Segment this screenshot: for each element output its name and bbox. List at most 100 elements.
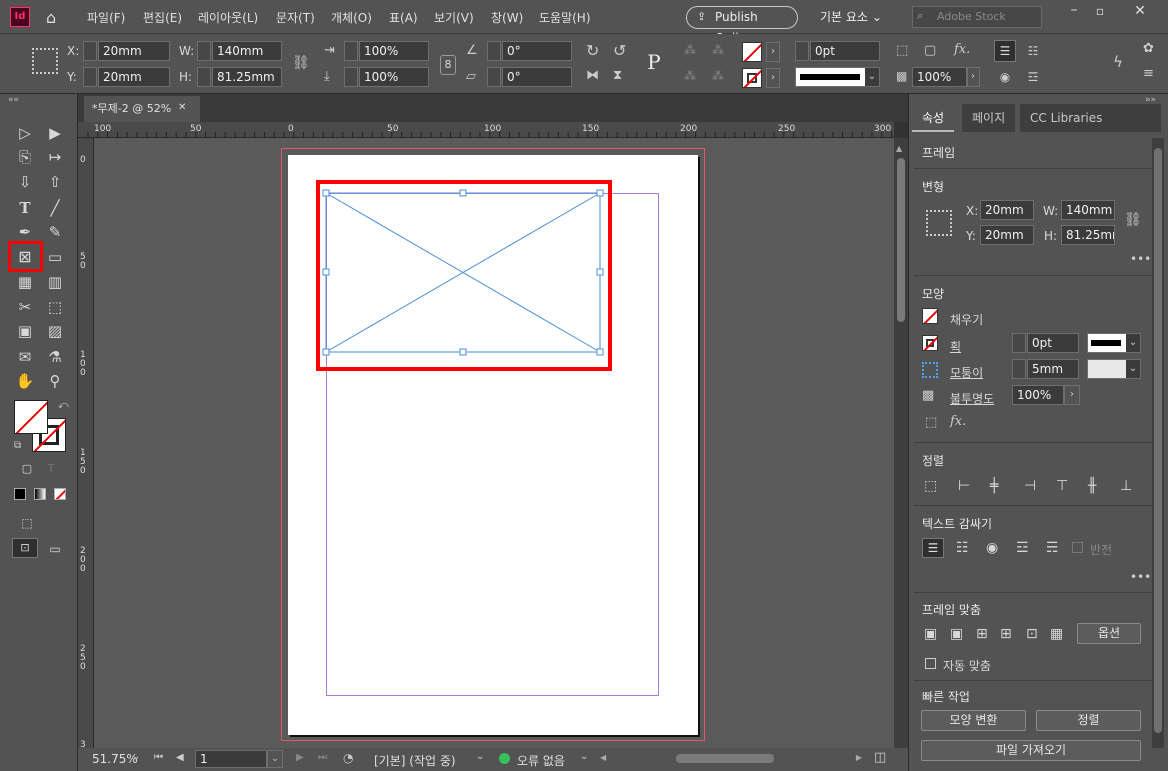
selection-tool[interactable]: ▷ bbox=[14, 122, 36, 144]
panel-opacity-field[interactable]: 100% bbox=[1012, 385, 1064, 405]
vertical-scrollbar[interactable]: ▲ bbox=[894, 138, 908, 748]
select-container-icon[interactable]: ⁂ bbox=[684, 43, 696, 57]
panel-reference-point-icon[interactable] bbox=[926, 210, 952, 236]
panel-x-field[interactable]: 20mm bbox=[980, 200, 1034, 220]
hscroll-left-icon[interactable]: ◀ bbox=[600, 753, 606, 762]
rectangle-tool[interactable]: ▭ bbox=[44, 246, 66, 268]
error-status[interactable]: 오류 없음 bbox=[517, 752, 565, 769]
hscroll-thumb[interactable] bbox=[676, 754, 774, 763]
scale-y-field[interactable]: 100% bbox=[359, 67, 429, 87]
horizontal-scrollbar[interactable]: ◀ ▶ bbox=[596, 750, 866, 768]
collapse-tools-icon[interactable]: «« bbox=[8, 95, 19, 105]
line-tool[interactable]: ╱ bbox=[44, 197, 66, 219]
menu-layout[interactable]: 레이아웃(L) bbox=[198, 9, 258, 26]
menu-type[interactable]: 문자(T) bbox=[276, 9, 315, 26]
y-field[interactable]: 20mm bbox=[98, 67, 170, 87]
panel-menu-icon[interactable]: ≡ bbox=[1143, 66, 1154, 81]
x-field[interactable]: 20mm bbox=[98, 41, 170, 61]
zoom-tool[interactable]: ⚲ bbox=[44, 370, 66, 392]
tab-pages[interactable]: 페이지 bbox=[962, 104, 1016, 132]
flip-horizontal-icon[interactable]: ⧓ bbox=[586, 68, 599, 83]
content-placer-tool[interactable]: ⇧ bbox=[44, 171, 66, 193]
zoom-level[interactable]: 51.75% bbox=[92, 752, 138, 766]
tab-properties[interactable]: 속성 bbox=[912, 104, 955, 132]
link-scale-icon[interactable]: 8 bbox=[440, 55, 456, 75]
wrap-jump-panel-icon[interactable]: ☲ bbox=[1016, 540, 1029, 556]
shear-field[interactable]: 0° bbox=[502, 67, 572, 87]
menu-window[interactable]: 창(W) bbox=[491, 9, 523, 26]
wrap-shape-icon[interactable]: ◉ bbox=[994, 66, 1016, 88]
stroke-weight-field[interactable]: 0pt bbox=[810, 41, 880, 61]
panel-constrain-icon[interactable]: ⛓ bbox=[1124, 212, 1142, 228]
gap-tool[interactable]: ↦ bbox=[44, 146, 66, 168]
home-icon[interactable]: ⌂ bbox=[46, 8, 56, 27]
wrap-jump-icon[interactable]: ☲ bbox=[1022, 66, 1044, 88]
flip-vertical-icon[interactable]: ⧗ bbox=[613, 68, 622, 83]
panel-stroke-style-select[interactable]: ⌄ bbox=[1087, 333, 1141, 353]
menu-file[interactable]: 파일(F) bbox=[87, 9, 125, 26]
free-transform-tool[interactable]: ⬚ bbox=[44, 296, 66, 318]
first-page-icon[interactable]: ⏮ bbox=[154, 752, 163, 763]
preflight-profile[interactable]: [기본] (작업 중) bbox=[374, 752, 456, 769]
zoom-chevron-icon[interactable]: ⌄ bbox=[132, 751, 140, 762]
table-tool[interactable]: ▦ bbox=[14, 271, 36, 293]
align-right-icon[interactable]: ⊣ bbox=[1024, 478, 1036, 494]
fill-menu-icon[interactable]: › bbox=[766, 42, 780, 62]
pasteboard[interactable] bbox=[94, 138, 894, 748]
rotate-spinner[interactable] bbox=[487, 41, 501, 61]
open-page-icon[interactable]: ◔ bbox=[343, 751, 353, 765]
panel-stroke-swatch-icon[interactable] bbox=[922, 335, 938, 351]
y-spinner[interactable] bbox=[83, 67, 97, 87]
w-spinner[interactable] bbox=[197, 41, 211, 61]
select-prev-icon[interactable]: ⁂ bbox=[684, 69, 696, 83]
scroll-thumb[interactable] bbox=[897, 158, 905, 322]
import-file-button[interactable]: 파일 가져오기 bbox=[921, 740, 1141, 761]
panel-stroke-spinner[interactable] bbox=[1012, 333, 1026, 353]
view-mode-icon[interactable]: ⬚ bbox=[16, 512, 38, 534]
note-tool[interactable]: ✉ bbox=[14, 346, 36, 368]
transform-more-icon[interactable]: ••• bbox=[1130, 252, 1151, 266]
close-tab-icon[interactable]: ✕ bbox=[178, 102, 186, 113]
stroke-style-select[interactable]: ⌄ bbox=[795, 67, 880, 87]
preflight-menu-icon[interactable]: ⌄ bbox=[580, 751, 588, 762]
panel-w-field[interactable]: 140mm bbox=[1061, 200, 1115, 220]
panel-opacity-menu-icon[interactable]: › bbox=[1064, 385, 1080, 405]
align-top-icon[interactable]: ⊤ bbox=[1056, 478, 1068, 494]
workspace-switcher[interactable]: 기본 요소 ⌄ bbox=[820, 8, 882, 25]
invert-checkbox[interactable] bbox=[1072, 542, 1083, 553]
effects-icon[interactable]: fx. bbox=[954, 42, 970, 57]
panel-corner-spinner[interactable] bbox=[1012, 359, 1026, 379]
content-collector-tool[interactable]: ⇩ bbox=[14, 171, 36, 193]
adobe-stock-search[interactable]: Adobe Stock bbox=[912, 6, 1042, 28]
direct-selection-tool[interactable]: ▶ bbox=[44, 122, 66, 144]
fit-content-icon[interactable]: ▣ bbox=[950, 626, 963, 642]
panel-corner-field[interactable]: 5mm bbox=[1027, 359, 1079, 379]
opacity-label[interactable]: 불투명도 bbox=[950, 390, 994, 407]
x-spinner[interactable] bbox=[83, 41, 97, 61]
scale-y-spinner[interactable] bbox=[344, 67, 358, 87]
h-spinner[interactable] bbox=[197, 67, 211, 87]
page-dropdown[interactable]: ⌄ bbox=[267, 750, 283, 768]
align-vcenter-icon[interactable]: ╫ bbox=[1088, 478, 1096, 494]
minimize-button[interactable]: – bbox=[1062, 2, 1086, 18]
fitting-options-button[interactable]: 옵션 bbox=[1077, 623, 1141, 644]
last-page-icon[interactable]: ⏭ bbox=[318, 752, 327, 763]
stroke-label[interactable]: 획 bbox=[950, 338, 961, 355]
align-bottom-icon[interactable]: ⊥ bbox=[1120, 478, 1132, 494]
close-window-button[interactable]: ✕ bbox=[1128, 3, 1152, 19]
normal-mode-icon[interactable]: ⊡ bbox=[12, 538, 38, 558]
fill-color-swatch[interactable] bbox=[14, 400, 48, 434]
page-number-field[interactable]: 1 bbox=[195, 750, 267, 768]
scale-x-spinner[interactable] bbox=[344, 41, 358, 61]
apply-color-icon[interactable] bbox=[14, 488, 26, 500]
fit-proportional-icon[interactable]: ⊞ bbox=[1000, 626, 1012, 642]
screen-mode-icon[interactable]: ▭ bbox=[44, 538, 66, 560]
pencil-tool[interactable]: ✎ bbox=[44, 221, 66, 243]
rotate-ccw-icon[interactable]: ↺ bbox=[613, 41, 626, 60]
formatting-container-icon[interactable]: ▢ bbox=[16, 458, 38, 480]
split-view-icon[interactable]: ◫ bbox=[874, 750, 886, 765]
panel-scrollbar[interactable] bbox=[1152, 138, 1164, 748]
panel-fx-icon[interactable]: fx. bbox=[950, 414, 966, 429]
wrap-none-icon[interactable]: ☰ bbox=[994, 40, 1016, 62]
center-content-icon[interactable]: ⊡ bbox=[1026, 626, 1038, 642]
